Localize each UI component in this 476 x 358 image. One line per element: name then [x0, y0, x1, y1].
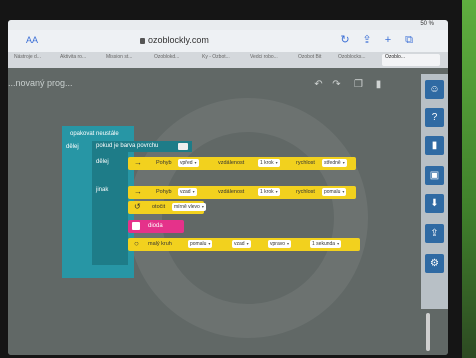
circle-label: malý kruh	[148, 241, 172, 247]
tab-1[interactable]: Aktivita ro...	[60, 54, 94, 66]
rotate-icon: ↺	[134, 202, 141, 211]
battery-indicator: 50 %	[420, 21, 434, 27]
move1-speed-dropdown[interactable]: středně	[322, 159, 347, 167]
watermark-logo	[128, 98, 368, 338]
tab-6[interactable]: Ozobot Bit	[298, 54, 328, 66]
move2-label: Pohyb	[156, 189, 172, 195]
move1-distance-label: vzdálenost	[218, 160, 245, 166]
arrow-right-icon: →	[134, 158, 142, 167]
else-label: jinak	[96, 187, 109, 193]
circle-duration-dropdown[interactable]: 1 sekunda	[310, 240, 342, 248]
bookmark-icon[interactable]: ▮	[425, 136, 444, 155]
save-icon[interactable]: ⬇	[425, 194, 444, 213]
rotate-label: otočit	[152, 204, 166, 210]
circle-speed-dropdown[interactable]: pomalu	[188, 240, 213, 248]
circle-direction-dropdown[interactable]: vzad	[232, 240, 251, 248]
tab-active[interactable]: Ozoblo...	[382, 54, 440, 66]
light-color-swatch[interactable]	[132, 222, 140, 230]
redo-icon[interactable]: ↷	[330, 78, 343, 91]
reload-icon[interactable]: ↻	[338, 33, 352, 47]
move1-label: Pohyb	[156, 160, 172, 166]
if-label: pokud je barva povrchu	[96, 143, 159, 149]
status-bar: 50 %	[8, 20, 448, 30]
settings-icon[interactable]: ⚙	[425, 254, 444, 273]
background-green-edge	[462, 0, 476, 358]
reader-aa-button[interactable]: AA	[26, 35, 38, 45]
move2-distance-dropdown[interactable]: 1 krok	[258, 188, 280, 196]
user-icon[interactable]: ☺	[425, 80, 444, 99]
vertical-scrollbar[interactable]	[426, 313, 430, 351]
loop-do-label: dělej	[66, 144, 79, 150]
move1-distance-dropdown[interactable]: 1 krok	[258, 159, 280, 167]
move1-speed-label: rychlost	[296, 160, 315, 166]
color-picker-swatch[interactable]	[178, 143, 188, 150]
url-text: ozoblockly.com	[148, 35, 209, 45]
browser-tab-bar: Nástroje d... Aktivita ro... Mission st.…	[8, 52, 448, 68]
arrow-right-icon: →	[134, 187, 142, 196]
browser-toolbar: AA ozoblockly.com ↻ ⇪ + ⧉	[8, 30, 448, 52]
light-label: dioda	[148, 223, 163, 229]
repeat-forever-label: opakovat neustále	[70, 131, 119, 137]
move2-speed-label: rychlost	[296, 189, 315, 195]
lock-icon	[140, 37, 145, 44]
tab-4[interactable]: Ky - Ozbot...	[202, 54, 236, 66]
move2-distance-label: vzdálenost	[218, 189, 245, 195]
undo-icon[interactable]: ↶	[312, 78, 325, 91]
move2-speed-dropdown[interactable]: pomalu	[322, 188, 347, 196]
help-icon[interactable]: ?	[425, 108, 444, 127]
tab-0[interactable]: Nástroje d...	[14, 54, 48, 66]
load-icon[interactable]: ⇪	[425, 224, 444, 243]
tab-5[interactable]: Vedci robo...	[250, 54, 284, 66]
copy-icon[interactable]: ❐	[352, 78, 365, 91]
tab-2[interactable]: Mission st...	[106, 54, 142, 66]
program-title: ...novaný prog...	[8, 78, 73, 88]
blockly-workspace[interactable]: ...novaný prog... ↶ ↷ ❐ ▮ opakovat neust…	[8, 68, 448, 355]
circle-icon: ○	[134, 239, 139, 248]
tablet-frame: 50 % AA ozoblockly.com ↻ ⇪ + ⧉ Nástroje …	[0, 0, 462, 358]
tablet-screen: 50 % AA ozoblockly.com ↻ ⇪ + ⧉ Nástroje …	[8, 20, 448, 355]
circle-turn-dropdown[interactable]: vpravo	[268, 240, 292, 248]
tab-7[interactable]: Ozoblocks...	[338, 54, 372, 66]
tabs-overview-icon[interactable]: ⧉	[402, 33, 416, 47]
share-icon[interactable]: ⇪	[360, 33, 374, 47]
if-do-label: dělej	[96, 159, 109, 165]
toolbox-panel: ☺ ? ▮ ▣ ⬇ ⇪ ⚙	[421, 74, 448, 309]
tab-3[interactable]: Ozoblokd...	[154, 54, 188, 66]
move1-direction-dropdown[interactable]: vpřed	[178, 159, 199, 167]
rotate-direction-dropdown[interactable]: mírně vlevo	[172, 203, 206, 211]
trash-icon[interactable]: ▮	[372, 78, 385, 91]
robot-icon[interactable]: ▣	[425, 166, 444, 185]
move2-direction-dropdown[interactable]: vzad	[178, 188, 197, 196]
new-tab-plus-icon[interactable]: +	[381, 33, 395, 47]
address-bar[interactable]: ozoblockly.com	[140, 35, 209, 45]
